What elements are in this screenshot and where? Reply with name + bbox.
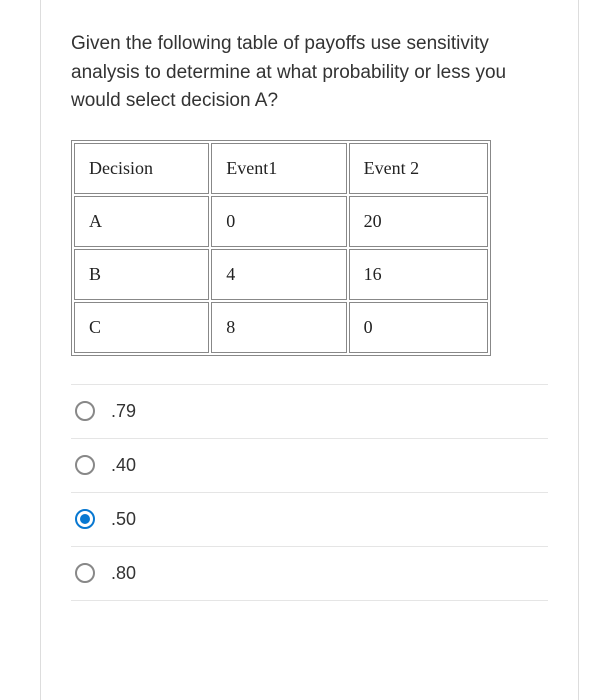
table-header-cell: Event1: [211, 143, 346, 194]
option-label: .80: [111, 563, 136, 584]
option-label: .79: [111, 401, 136, 422]
answer-option[interactable]: .80: [71, 547, 548, 601]
table-cell: B: [74, 249, 209, 300]
question-container: Given the following table of payoffs use…: [40, 0, 579, 700]
radio-selected-icon[interactable]: [75, 509, 95, 529]
table-header-row: Decision Event1 Event 2: [74, 143, 488, 194]
table-row: B 4 16: [74, 249, 488, 300]
table-cell: 0: [349, 302, 488, 353]
table-header-cell: Event 2: [349, 143, 488, 194]
answer-option[interactable]: .40: [71, 439, 548, 493]
table-row: C 8 0: [74, 302, 488, 353]
payoff-table: Decision Event1 Event 2 A 0 20 B 4 16 C …: [71, 140, 491, 356]
question-text: Given the following table of payoffs use…: [71, 30, 548, 116]
table-cell: A: [74, 196, 209, 247]
table-header-cell: Decision: [74, 143, 209, 194]
table-cell: 20: [349, 196, 488, 247]
table-cell: 4: [211, 249, 346, 300]
table-cell: 16: [349, 249, 488, 300]
table-cell: 0: [211, 196, 346, 247]
answer-option[interactable]: .50: [71, 493, 548, 547]
radio-unselected-icon[interactable]: [75, 401, 95, 421]
answer-option[interactable]: .79: [71, 384, 548, 439]
table-row: A 0 20: [74, 196, 488, 247]
radio-unselected-icon[interactable]: [75, 455, 95, 475]
answer-options: .79 .40 .50 .80: [71, 384, 548, 601]
table-cell: 8: [211, 302, 346, 353]
radio-unselected-icon[interactable]: [75, 563, 95, 583]
option-label: .40: [111, 455, 136, 476]
option-label: .50: [111, 509, 136, 530]
table-cell: C: [74, 302, 209, 353]
